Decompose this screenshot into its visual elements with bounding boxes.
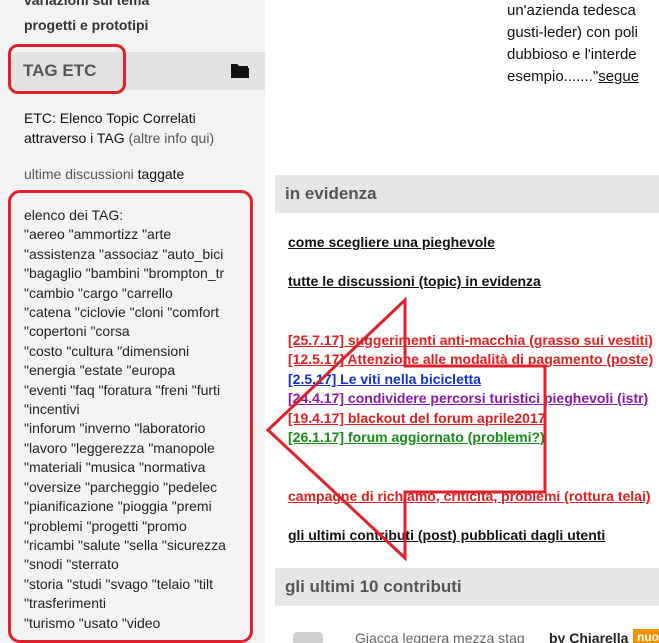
- post-author-prefix: by: [549, 630, 566, 643]
- link-campagne-richiamo[interactable]: campagne di richiamo, criticità, problem…: [288, 488, 659, 504]
- annotation-highlight-tags-list: [8, 190, 253, 643]
- news-item[interactable]: [19.4.17] blackout del forum aprile2017: [288, 410, 659, 426]
- article-line: un'azienda tedesca: [507, 2, 636, 19]
- news-item[interactable]: [2.5.17] Le viti nella bicicletta: [288, 371, 659, 387]
- segue-link[interactable]: segue: [598, 68, 639, 85]
- news-item[interactable]: [26.1.17] forum aggiornato (problemi?): [288, 429, 659, 445]
- link-ultimi-contributi[interactable]: gli ultimi contributi (post) pubblicati …: [288, 527, 605, 543]
- annotation-highlight-tag-header: [8, 44, 126, 94]
- etc-line-2-text: attraverso i TAG: [24, 130, 125, 146]
- article-line: dubbioso e l'interde: [507, 46, 637, 63]
- folder-icon[interactable]: [230, 61, 250, 79]
- news-item[interactable]: [24.4.17] condividere percorsi turistici…: [288, 390, 659, 406]
- evidenza-header: in evidenza: [275, 175, 659, 213]
- etc-description: ETC: Elenco Topic Correlati attraverso i…: [24, 108, 259, 148]
- etc-line-2: attraverso i TAG (altre info qui): [24, 128, 259, 148]
- post-author-name[interactable]: Chiarella: [569, 630, 628, 643]
- post-author: by Chiarella: [549, 630, 628, 643]
- taggate-link[interactable]: taggate: [138, 166, 185, 182]
- main-content: un'azienda tedesca gusti-leder) con poli…: [275, 0, 659, 643]
- post-row[interactable]: Giacca leggera mezza stag by Chiarella n…: [275, 624, 659, 643]
- ultime-discussioni: ultime discussioni taggate: [24, 166, 184, 182]
- ultimi-title: gli ultimi 10 contributi: [285, 577, 462, 596]
- ultimi-header: gli ultimi 10 contributi: [275, 568, 659, 606]
- etc-info-link[interactable]: (altre info qui): [129, 130, 215, 146]
- link-scegliere-pieghevole[interactable]: come scegliere una pieghevole: [288, 234, 495, 250]
- evidenza-title: in evidenza: [285, 184, 377, 203]
- article-line-text: esempio.......": [507, 68, 599, 85]
- article-excerpt: un'azienda tedesca gusti-leder) con poli…: [507, 0, 659, 88]
- etc-line-1: ETC: Elenco Topic Correlati: [24, 110, 196, 126]
- news-item[interactable]: [12.5.17] Attenzione alle modalità di pa…: [288, 351, 659, 367]
- post-title[interactable]: Giacca leggera mezza stag: [355, 630, 525, 643]
- sidebar-link-progetti[interactable]: progetti e prototipi: [24, 16, 149, 33]
- article-line: esempio......."segue: [507, 66, 659, 88]
- sidebar: variazioni sul tema progetti e prototipi…: [0, 0, 265, 643]
- news-item[interactable]: [25.7.17] suggerimenti anti-macchia (gra…: [288, 332, 659, 348]
- ultime-prefix: ultime discussioni: [24, 166, 134, 182]
- article-line: gusti-leder) con poli: [507, 24, 638, 41]
- avatar: [293, 632, 323, 643]
- sidebar-top-links: variazioni sul tema progetti e prototipi: [24, 0, 149, 34]
- new-badge: nuo: [633, 629, 659, 643]
- link-tutte-discussioni[interactable]: tutte le discussioni (topic) in evidenza: [288, 273, 541, 289]
- sidebar-link-variazioni[interactable]: variazioni sul tema: [24, 0, 149, 8]
